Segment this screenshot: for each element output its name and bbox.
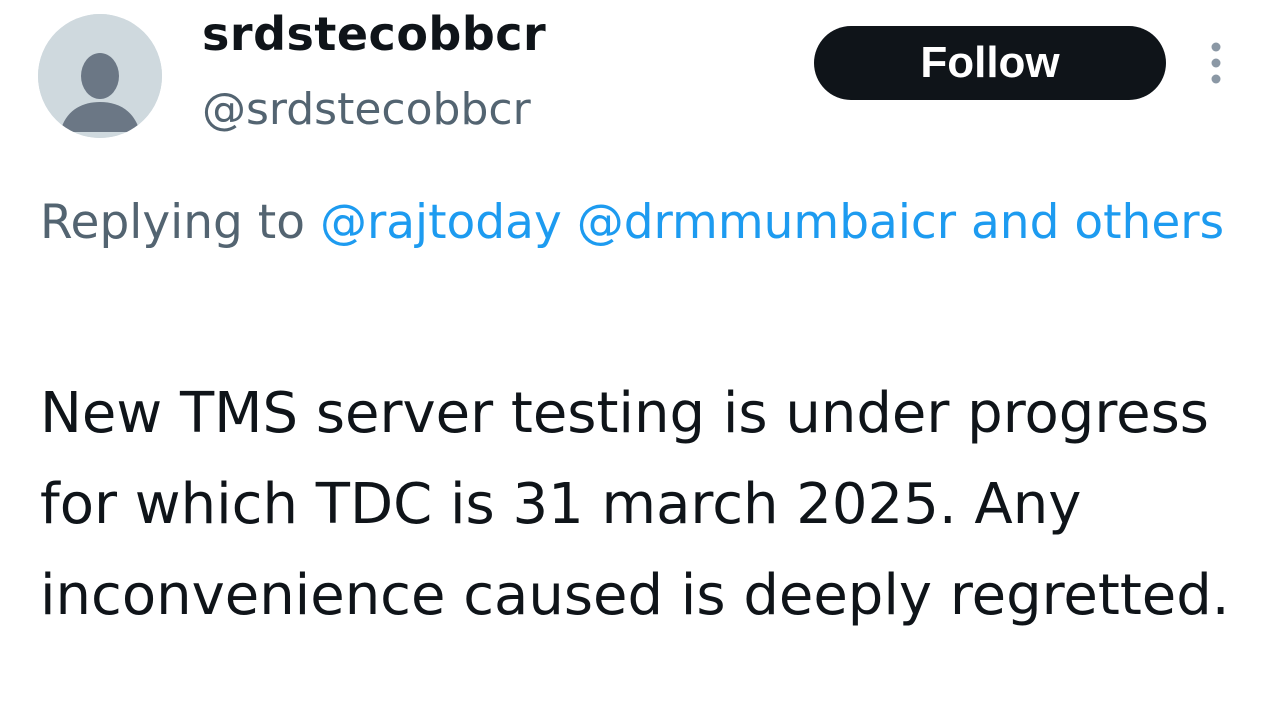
author-handle[interactable]: @srdstecobbcr (202, 80, 531, 140)
tweet-text: New TMS server testing is under progress… (40, 381, 1230, 628)
mention-link[interactable]: @rajtoday (320, 195, 562, 250)
follow-button[interactable]: Follow (814, 26, 1166, 100)
mention-link[interactable]: @drmmumbaicr (577, 195, 956, 250)
replying-to-label: Replying to (40, 195, 305, 250)
and-others-link[interactable]: and others (971, 195, 1224, 250)
avatar[interactable] (38, 14, 162, 138)
replying-to-line: Replying to @rajtoday @drmmumbaicr and o… (40, 180, 1276, 266)
more-vertical-icon[interactable] (1204, 40, 1228, 86)
default-avatar-icon (38, 14, 162, 138)
author-display-name[interactable]: srdstecobbcr (202, 4, 546, 64)
